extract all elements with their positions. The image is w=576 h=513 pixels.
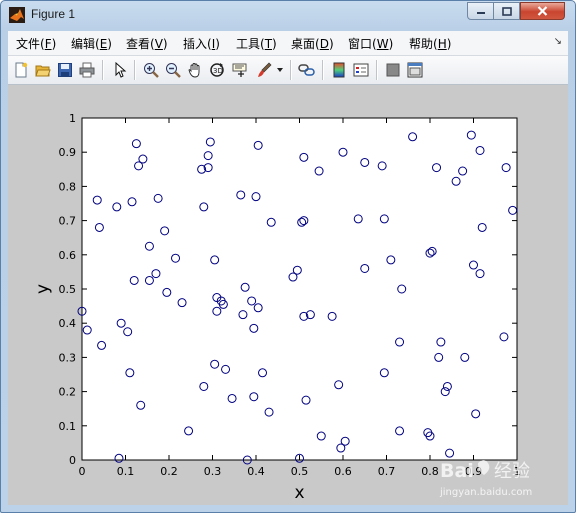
link-plot-button[interactable] (296, 59, 318, 81)
new-figure-icon (15, 62, 28, 78)
y-tick-label: 0.4 (59, 317, 77, 330)
x-tick-label: 0.4 (247, 465, 265, 478)
hide-plot-tools-icon (386, 63, 400, 77)
rotate-3d-icon: 3D (210, 63, 224, 77)
menu-help[interactable]: 帮助(H) (409, 35, 451, 52)
title-bar[interactable]: Figure 1 (1, 1, 575, 29)
paw-icon (478, 460, 490, 475)
figure-canvas: 0 0.1 0.2 0.3 0.4 0.5 0.6 0.7 0.8 0.9 1 0 0.1 0.2 0.3 0… (8, 85, 568, 505)
scatter-plot[interactable]: 0 0.1 0.2 0.3 0.4 0.5 0.6 0.7 0.8 0.9 1 0 0.1 0.2 0.3 0… (8, 85, 568, 505)
x-tick-label: 0 (79, 465, 86, 478)
brush-dropdown[interactable] (274, 59, 286, 81)
print-button[interactable] (76, 59, 98, 81)
brush-icon (258, 62, 272, 77)
save-button[interactable] (54, 59, 76, 81)
legend-icon (353, 63, 369, 77)
zoom-out-icon (166, 63, 181, 78)
show-plot-tools-button[interactable] (404, 59, 426, 81)
svg-text:3D: 3D (213, 67, 223, 75)
dock-arrow-icon[interactable]: ↘ (554, 36, 562, 47)
hide-plot-tools-button[interactable] (382, 59, 404, 81)
y-tick-label: 1 (69, 112, 76, 125)
brush-button[interactable] (254, 59, 276, 81)
rotate-3d-button[interactable]: 3D (206, 59, 228, 81)
y-tick-label: 0.2 (59, 386, 77, 399)
toolbar-separator (102, 60, 104, 80)
y-tick-label: 0.8 (59, 180, 77, 193)
close-icon (537, 6, 548, 16)
toolbar-separator (322, 60, 324, 80)
zoom-out-button[interactable] (162, 59, 184, 81)
open-file-icon (35, 65, 51, 77)
y-tick-label: 0.9 (59, 146, 77, 159)
link-plot-icon (298, 64, 315, 76)
close-button[interactable] (520, 2, 565, 20)
print-icon (79, 62, 95, 78)
watermark: Bai 经验 jingyan.baidu.com (439, 460, 532, 498)
watermark-url: jingyan.baidu.com (439, 487, 532, 498)
pan-button[interactable] (184, 59, 206, 81)
y-tick-label: 0.5 (59, 283, 77, 296)
data-cursor-icon (232, 63, 247, 77)
chevron-down-icon (277, 68, 283, 72)
watermark-logo: Bai (440, 460, 474, 482)
menu-tools[interactable]: 工具(T) (236, 35, 277, 52)
maximize-icon (501, 6, 512, 16)
menu-bar: 文件(F) 编辑(E) 查看(V) 插入(I) 工具(T) 桌面(D) 窗口(W… (8, 31, 568, 56)
maximize-button[interactable] (494, 2, 520, 20)
minimize-icon (476, 12, 485, 14)
axes-box (81, 117, 518, 461)
figure-toolbar: 3D (8, 56, 568, 85)
zoom-in-icon (144, 63, 159, 78)
show-plot-tools-icon (407, 62, 423, 78)
x-tick-label: 0.5 (291, 465, 309, 478)
colorbar-button[interactable] (328, 59, 350, 81)
y-axis-label: y (33, 284, 53, 294)
menu-window[interactable]: 窗口(W) (348, 35, 393, 52)
y-tick-label: 0.1 (59, 420, 77, 433)
x-tick-label: 0.7 (378, 465, 396, 478)
watermark-jingyan: 经验 (494, 461, 530, 482)
toolbar-separator (134, 60, 136, 80)
matlab-logo-icon (9, 7, 25, 23)
y-tick-label: 0.7 (59, 215, 77, 228)
menu-view[interactable]: 查看(V) (126, 35, 168, 52)
x-tick-label: 0.2 (160, 465, 178, 478)
x-tick-label: 0.6 (334, 465, 352, 478)
open-file-button[interactable] (32, 59, 54, 81)
figure-window: Figure 1 文件(F) 编辑(E) 查看(V) 插入(I) 工具(T) 桌… (0, 0, 576, 513)
legend-button[interactable] (350, 59, 372, 81)
y-tick-label: 0 (69, 454, 76, 467)
data-cursor-button[interactable] (230, 59, 252, 81)
zoom-in-button[interactable] (140, 59, 162, 81)
new-figure-button[interactable] (10, 59, 32, 81)
x-tick-label: 0.3 (204, 465, 222, 478)
save-icon (58, 63, 72, 77)
pan-hand-icon (188, 63, 200, 78)
colorbar-icon (333, 62, 345, 78)
x-tick-label: 0.1 (117, 465, 135, 478)
x-axis-label: x (294, 483, 304, 503)
menu-insert[interactable]: 插入(I) (183, 35, 220, 52)
y-tick-label: 0.3 (59, 351, 77, 364)
menu-file[interactable]: 文件(F) (16, 35, 56, 52)
toolbar-separator (290, 60, 292, 80)
pointer-icon (115, 62, 127, 78)
toolbar-separator (376, 60, 378, 80)
minimize-button[interactable] (467, 2, 494, 20)
window-title: Figure 1 (31, 7, 76, 21)
pointer-button[interactable] (108, 59, 130, 81)
menu-edit[interactable]: 编辑(E) (71, 35, 112, 52)
menu-desktop[interactable]: 桌面(D) (291, 35, 334, 52)
y-tick-label: 0.6 (59, 249, 77, 262)
